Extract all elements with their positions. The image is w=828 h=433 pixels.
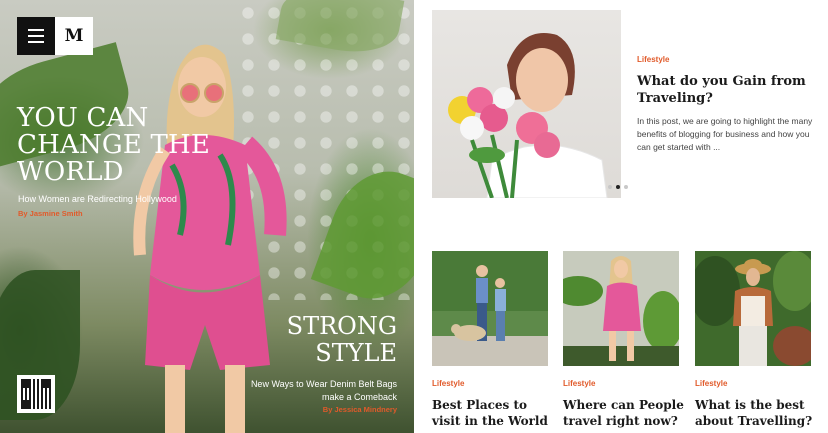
slider-dot[interactable] [608,185,612,189]
post-card[interactable]: Lifestyle Best Places to visit in the Wo… [432,251,548,428]
woman-tropical-dress-illustration [563,251,679,366]
post-card-title[interactable]: What is the best about Travelling? [695,397,817,429]
featured-post-excerpt: In this post, we are going to highlight … [637,116,813,152]
hamburger-menu-button[interactable] [17,17,55,55]
post-card-image[interactable] [695,251,811,366]
hero-banner[interactable]: M You can change the world How Women are… [0,0,414,433]
featured-post-title[interactable]: What do you Gain from Traveling? [637,73,807,107]
couple-walking-dog-illustration [432,251,548,366]
featured-category-link[interactable]: Lifestyle [637,55,669,64]
site-logo[interactable]: M [55,17,93,55]
post-card-title[interactable]: Where can People travel right now? [563,397,685,429]
secondary-hero-title[interactable]: Strong Style [227,313,397,367]
menu-icon-bar [28,35,44,37]
secondary-hero-subtitle[interactable]: New Ways to Wear Denim Belt Bags make a … [247,378,397,404]
slider-pagination[interactable] [608,185,628,189]
qr-code[interactable] [17,375,55,413]
featured-woman-with-flowers-illustration [448,33,608,198]
post-card-category[interactable]: Lifestyle [563,379,595,388]
post-card[interactable]: Lifestyle What is the best about Travell… [695,251,812,428]
slider-dot[interactable] [624,185,628,189]
menu-icon-bar [28,41,44,43]
post-card[interactable]: Lifestyle Where can People travel right … [563,251,684,428]
hero-model-illustration [133,44,287,433]
post-card-title[interactable]: Best Places to visit in the World [432,397,554,429]
slider-dot-active[interactable] [616,185,620,189]
qr-code-pattern [21,379,51,409]
post-card-image[interactable] [432,251,548,366]
featured-post-image[interactable] [432,10,621,198]
post-card-category[interactable]: Lifestyle [695,379,727,388]
hero-author[interactable]: By Jasmine Smith [18,209,83,218]
menu-icon-bar [28,29,44,31]
post-card-image[interactable] [563,251,679,366]
secondary-hero-author[interactable]: By Jessica Mindnery [323,405,397,414]
woman-straw-hat-illustration [695,251,811,366]
hero-title[interactable]: You can change the world [17,105,217,186]
hero-subtitle[interactable]: How Women are Redirecting Hollywood [18,194,177,204]
post-card-category[interactable]: Lifestyle [432,379,464,388]
